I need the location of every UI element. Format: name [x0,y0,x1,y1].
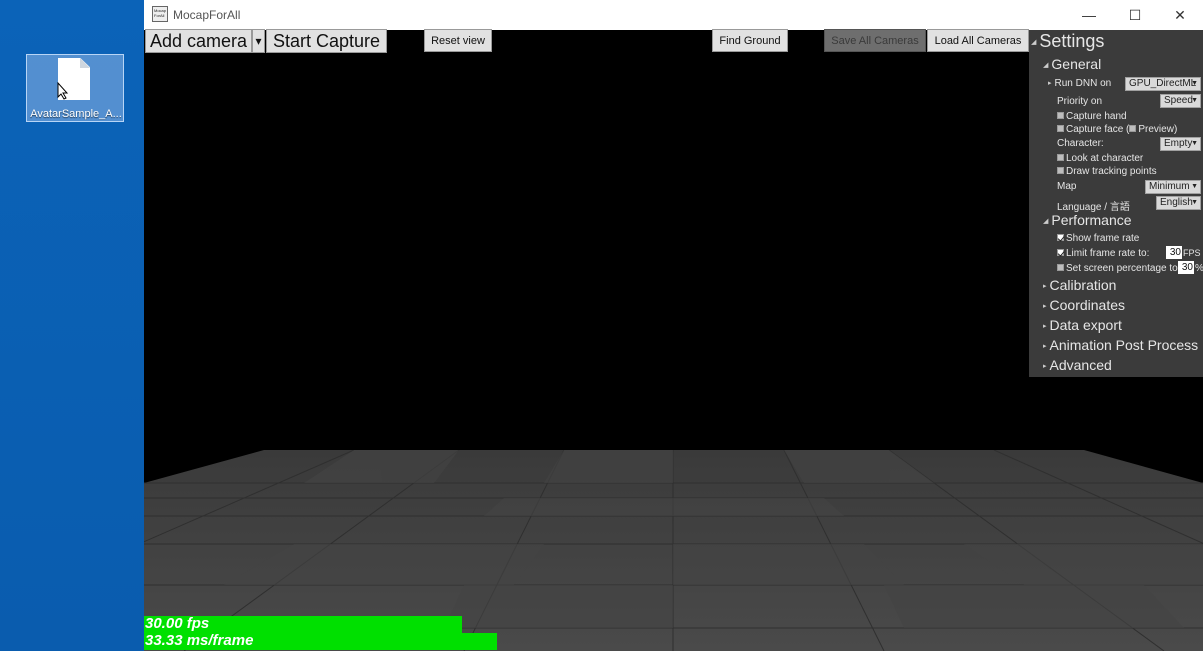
percent-unit-label: % [1195,263,1203,274]
limit-frame-rate-row[interactable]: Limit frame rate to: [1057,248,1149,259]
window-title: MocapForAll [173,8,241,22]
look-at-character-checkbox[interactable] [1057,153,1064,161]
settings-header[interactable]: ◢ Settings [1031,31,1104,52]
look-at-character-row[interactable]: Look at character [1057,153,1143,164]
run-dnn-row[interactable]: ▸ Run DNN on [1048,78,1111,89]
chevron-down-icon: ▼ [1191,80,1198,87]
show-frame-rate-checkbox[interactable] [1057,233,1064,241]
mouse-cursor-icon [57,82,69,100]
screen-percentage-checkbox[interactable] [1057,263,1064,271]
chevron-down-icon: ▼ [1191,183,1198,190]
capture-hand-checkbox[interactable] [1057,111,1064,119]
expand-right-icon: ▸ [1043,303,1047,311]
draw-tracking-points-checkbox[interactable] [1057,166,1064,174]
preview-checkbox[interactable] [1129,124,1137,132]
screen-percentage-input[interactable]: 30 [1178,261,1194,274]
fps-unit-label: FPS [1183,248,1201,258]
expand-down-icon: ◢ [1043,62,1049,70]
capture-hand-row[interactable]: Capture hand [1057,111,1127,122]
data-export-section-header[interactable]: ▸ Data export [1043,317,1122,333]
character-dropdown[interactable]: Empty ▼ [1160,137,1201,151]
screen-percentage-row[interactable]: Set screen percentage to: [1057,263,1181,274]
performance-section-header[interactable]: ◢ Performance [1043,212,1132,228]
desktop-file-icon[interactable]: AvatarSample_A... [26,54,124,122]
language-dropdown[interactable]: English ▼ [1156,196,1201,210]
calibration-section-header[interactable]: ▸ Calibration [1043,277,1116,293]
minimize-button[interactable]: — [1066,0,1112,30]
expand-down-icon: ◢ [1031,39,1037,47]
run-dnn-dropdown[interactable]: GPU_DirectML ▼ [1125,77,1201,91]
expand-right-icon: ▸ [1043,343,1047,351]
limit-frame-rate-checkbox[interactable] [1057,248,1064,256]
save-all-cameras-button[interactable]: Save All Cameras [824,29,926,52]
capture-face-checkbox[interactable] [1057,124,1064,132]
character-label: Character: [1057,138,1104,149]
chevron-down-icon: ▼ [1191,199,1198,206]
title-bar[interactable]: Mocap ForAll MocapForAll — ☐ ✕ [144,0,1203,30]
priority-label: Priority on [1057,96,1103,107]
priority-dropdown[interactable]: Speed ▼ [1160,94,1201,108]
chevron-down-icon: ▼ [1191,97,1198,104]
coordinates-section-header[interactable]: ▸ Coordinates [1043,297,1125,313]
general-section-header[interactable]: ◢ General [1043,56,1101,72]
add-camera-dropdown-button[interactable]: ▾ [252,29,265,53]
start-capture-button[interactable]: Start Capture [266,29,387,53]
capture-face-row[interactable]: Capture face (Preview) [1057,124,1177,135]
draw-tracking-points-row[interactable]: Draw tracking points [1057,166,1157,177]
expand-down-icon: ◢ [1043,218,1049,226]
fps-readout: 30.00 fps [144,616,462,633]
add-camera-button[interactable]: Add camera [145,29,252,53]
app-icon: Mocap ForAll [152,6,168,22]
expand-right-icon: ▸ [1048,80,1052,88]
expand-right-icon: ▸ [1043,283,1047,291]
map-dropdown[interactable]: Minimum ▼ [1145,180,1201,194]
limit-frame-rate-input[interactable]: 30 [1166,246,1182,259]
chevron-down-icon: ▼ [1191,140,1198,147]
load-all-cameras-button[interactable]: Load All Cameras [927,29,1029,52]
desktop: AvatarSample_A... [0,0,144,651]
settings-panel: ◢ Settings ◢ General ▸ Run DNN on GPU_Direc… [1029,30,1203,377]
language-label: Language / 言語 [1057,202,1130,213]
reset-view-button[interactable]: Reset view [424,29,492,52]
animation-post-process-section-header[interactable]: ▸ Animation Post Process [1043,337,1198,353]
desktop-icon-label: AvatarSample_A... [30,108,122,120]
ms-per-frame-readout: 33.33 ms/frame [144,633,497,650]
maximize-button[interactable]: ☐ [1112,0,1158,30]
expand-right-icon: ▸ [1043,323,1047,331]
close-button[interactable]: ✕ [1157,0,1203,30]
show-frame-rate-row[interactable]: Show frame rate [1057,233,1139,244]
advanced-section-header[interactable]: ▸ Advanced [1043,357,1112,373]
expand-right-icon: ▸ [1043,363,1047,371]
find-ground-button[interactable]: Find Ground [712,29,788,52]
map-label: Map [1057,181,1077,192]
